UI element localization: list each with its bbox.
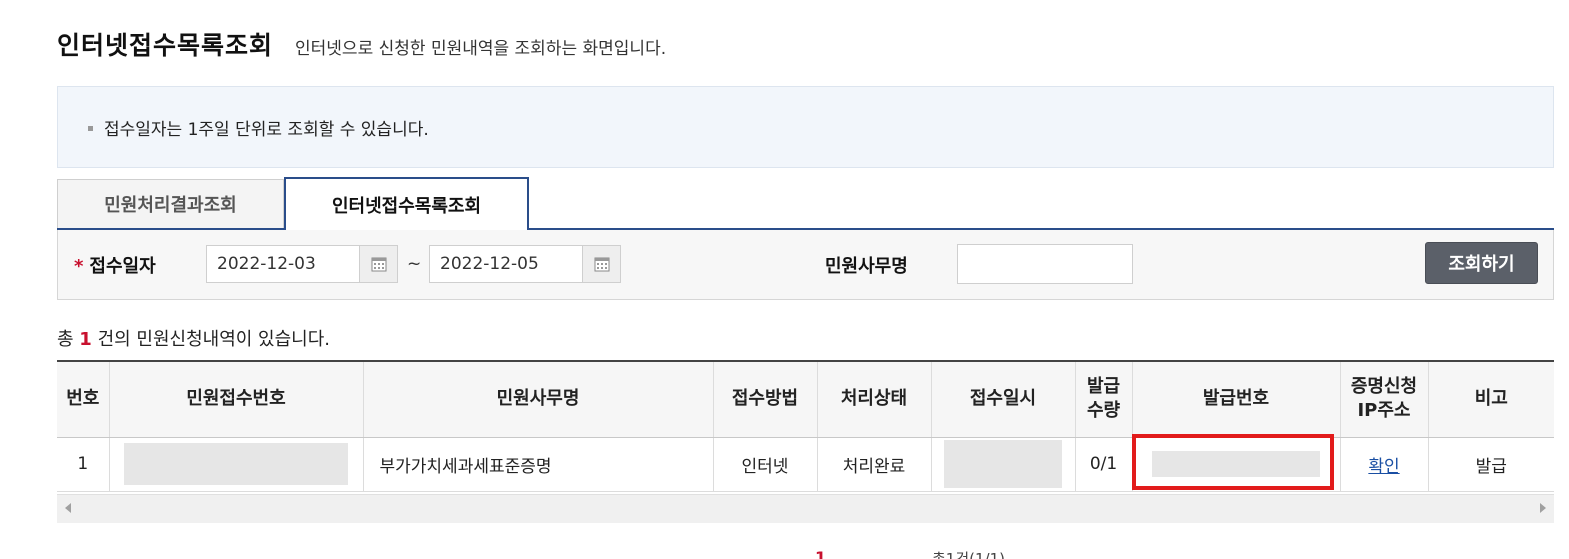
cell-status: 처리완료 [817, 437, 932, 492]
date-from-input[interactable]: 2022-12-03 [206, 245, 360, 283]
result-count: 총 1 건의 민원신청내역이 있습니다. [57, 325, 330, 351]
page-subtitle: 인터넷으로 신청한 민원내역을 조회하는 화면입니다. [295, 39, 667, 59]
cell-office-name: 부가가치세과세표준증명 [363, 437, 714, 492]
horizontal-scrollbar[interactable] [57, 494, 1554, 523]
pagination-total: 총1건(1/1) [932, 550, 1005, 559]
col-header-remark: 비고 [1428, 360, 1554, 438]
pagination: 1 총1건(1/1) [0, 545, 1569, 559]
masked-issue-no [1152, 451, 1320, 477]
office-name-label: 민원사무명 [825, 256, 908, 277]
tab-bar: 민원처리결과조회 인터넷접수목록조회 [57, 177, 1554, 230]
result-count-suffix: 건의 민원신청내역이 있습니다. [97, 329, 331, 350]
cell-receipt-no [109, 437, 364, 492]
date-label: * 접수일자 [74, 252, 156, 278]
ip-confirm-link[interactable]: 확인 [1368, 457, 1399, 477]
scroll-left-icon[interactable] [65, 503, 71, 513]
cell-issue-no [1132, 437, 1341, 492]
table-row: 1 부가가치세과세표준증명 인터넷 처리완료 0/1 확인 발급 [57, 437, 1554, 492]
col-header-issue-no: 발급번호 [1132, 360, 1341, 438]
cell-method: 인터넷 [713, 437, 818, 492]
page-number-current[interactable]: 1 [815, 548, 826, 559]
date-range-separator: ~ [407, 254, 422, 274]
col-header-no: 번호 [57, 360, 110, 438]
cell-issue-qty: 0/1 [1075, 437, 1133, 492]
calendar-from-button[interactable] [360, 245, 398, 283]
notice-box: 접수일자는 1주일 단위로 조회할 수 있습니다. [57, 86, 1554, 168]
masked-received-at [944, 440, 1062, 488]
cell-ip-address: 확인 [1340, 437, 1429, 492]
table-header-row: 번호 민원접수번호 민원사무명 접수방법 처리상태 접수일시 발급 수량 발급번… [57, 360, 1554, 438]
cell-received-at [931, 437, 1076, 492]
bullet-icon [88, 125, 93, 131]
date-to-input[interactable]: 2022-12-05 [429, 245, 583, 283]
required-mark: * [74, 256, 84, 277]
search-panel: * 접수일자 2022-12-03 ~ 2022-12-05 민원사무명 조회하기 [57, 230, 1554, 300]
calendar-to-button[interactable] [583, 245, 621, 283]
result-count-prefix: 총 [57, 329, 74, 350]
col-header-issue-qty: 발급 수량 [1075, 360, 1133, 438]
col-header-method: 접수방법 [713, 360, 818, 438]
tab-internet-receipt-list[interactable]: 인터넷접수목록조회 [284, 177, 529, 230]
notice-text: 접수일자는 1주일 단위로 조회할 수 있습니다. [104, 119, 429, 140]
search-button[interactable]: 조회하기 [1425, 242, 1538, 284]
col-header-received-at: 접수일시 [931, 360, 1076, 438]
col-header-office-name: 민원사무명 [363, 360, 714, 438]
col-header-status: 처리상태 [817, 360, 932, 438]
page-title: 인터넷접수목록조회 인터넷으로 신청한 민원내역을 조회하는 화면입니다. [57, 26, 666, 62]
calendar-icon [594, 257, 609, 272]
col-header-ip-address: 증명신청 IP주소 [1340, 360, 1429, 438]
page-title-text: 인터넷접수목록조회 [57, 31, 274, 60]
calendar-icon [371, 257, 386, 272]
cell-remark: 발급 [1428, 437, 1554, 492]
receipt-table: 번호 민원접수번호 민원사무명 접수방법 처리상태 접수일시 발급 수량 발급번… [57, 360, 1554, 492]
cell-no: 1 [57, 437, 110, 492]
office-name-input[interactable] [957, 244, 1133, 284]
date-label-text: 접수일자 [89, 256, 156, 277]
col-header-receipt-no: 민원접수번호 [109, 360, 364, 438]
scroll-right-icon[interactable] [1540, 503, 1546, 513]
result-count-number: 1 [79, 329, 92, 350]
masked-receipt-no [124, 443, 348, 485]
tab-result-inquiry[interactable]: 민원처리결과조회 [57, 179, 284, 228]
